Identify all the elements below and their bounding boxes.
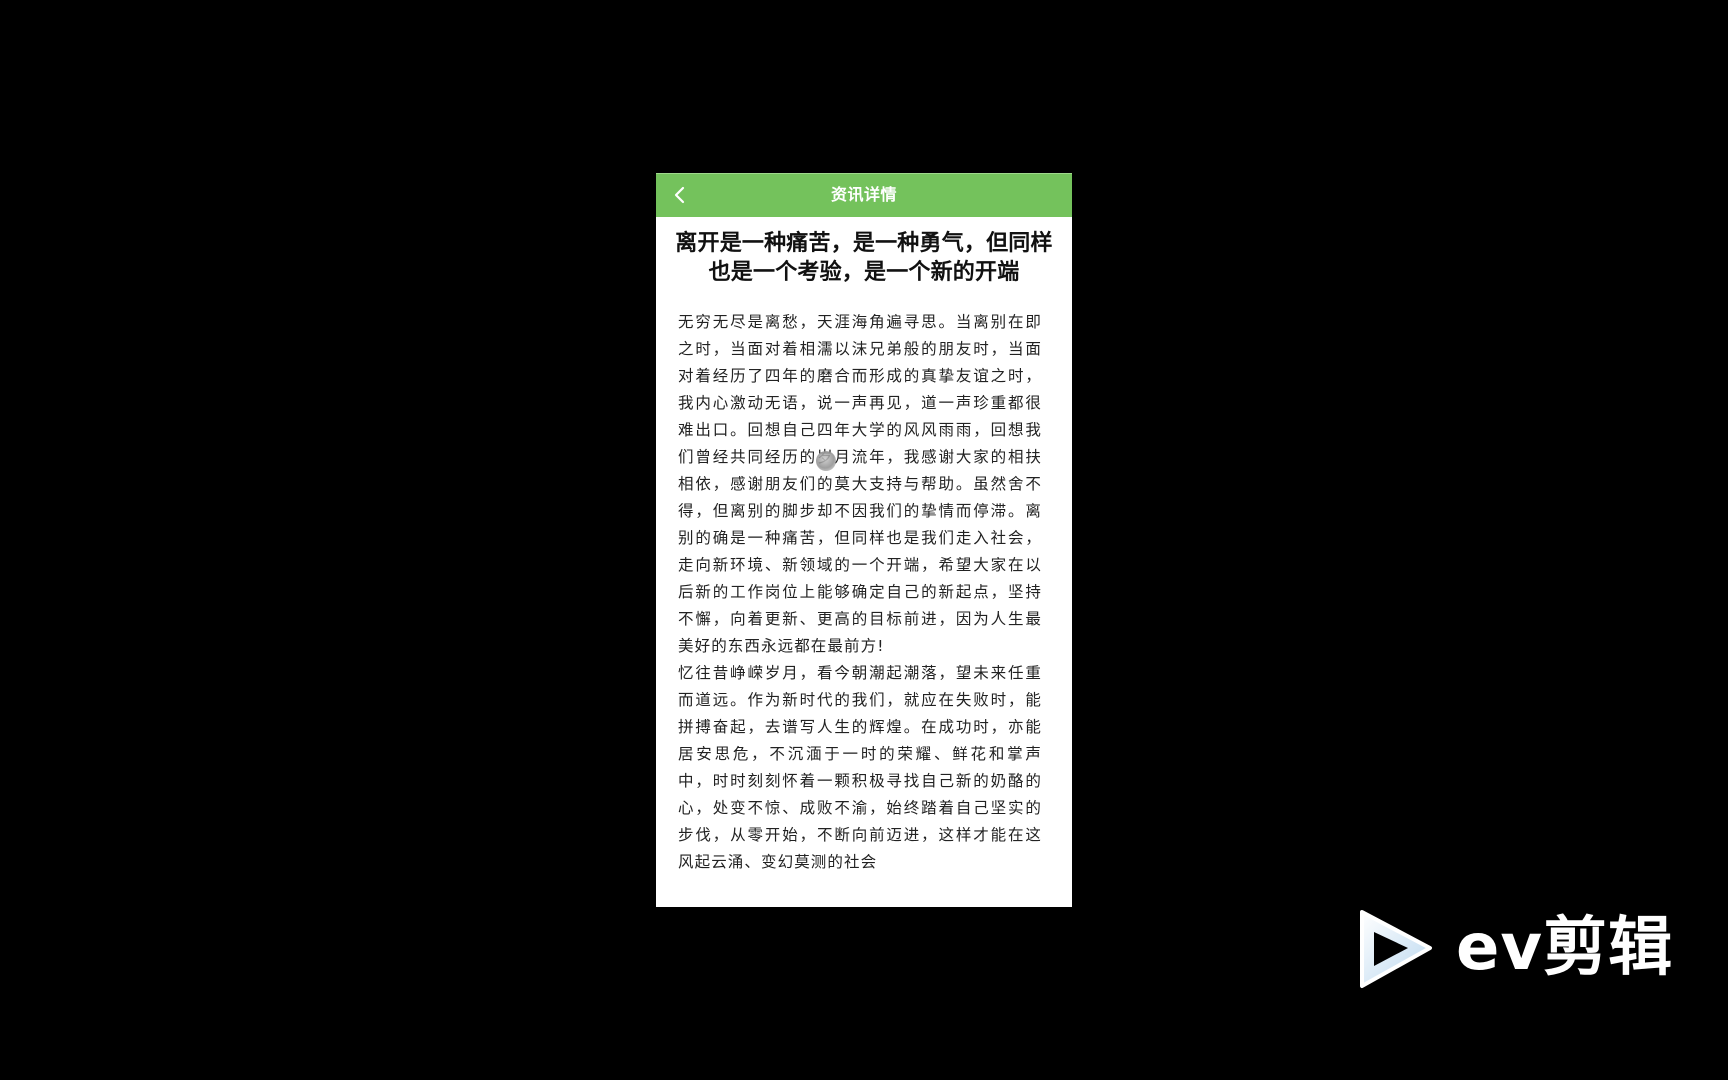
page-title: 资讯详情	[830, 185, 897, 204]
article-paragraph: 忆往昔峥嵘岁月，看今朝潮起潮落，望未来任重而道远。作为新时代的我们，就应在失败时…	[678, 664, 1042, 871]
article-body: 无穷无尽是离愁，天涯海角遍寻思。当离别在即之时，当面对着相濡以沫兄弟般的朋友时，…	[678, 309, 1042, 876]
watermark: ev剪辑	[1352, 906, 1724, 992]
nav-bar: 资讯详情	[656, 173, 1072, 217]
article-content[interactable]: 离开是一种痛苦，是一种勇气，但同样也是一个考验，是一个新的开端 无穷无尽是离愁，…	[656, 217, 1072, 907]
article-title: 离开是一种痛苦，是一种勇气，但同样也是一个考验，是一个新的开端	[675, 231, 1053, 285]
phone-screen: 资讯详情 离开是一种痛苦，是一种勇气，但同样也是一个考验，是一个新的开端 无穷无…	[656, 173, 1072, 907]
article-paragraph: 无穷无尽是离愁，天涯海角遍寻思。当离别在即之时，当面对着相濡以沫兄弟般的朋友时，…	[678, 313, 1042, 655]
touch-cursor	[816, 451, 836, 471]
play-triangle-icon	[1360, 910, 1432, 988]
watermark-text: ev剪辑	[1456, 911, 1674, 985]
